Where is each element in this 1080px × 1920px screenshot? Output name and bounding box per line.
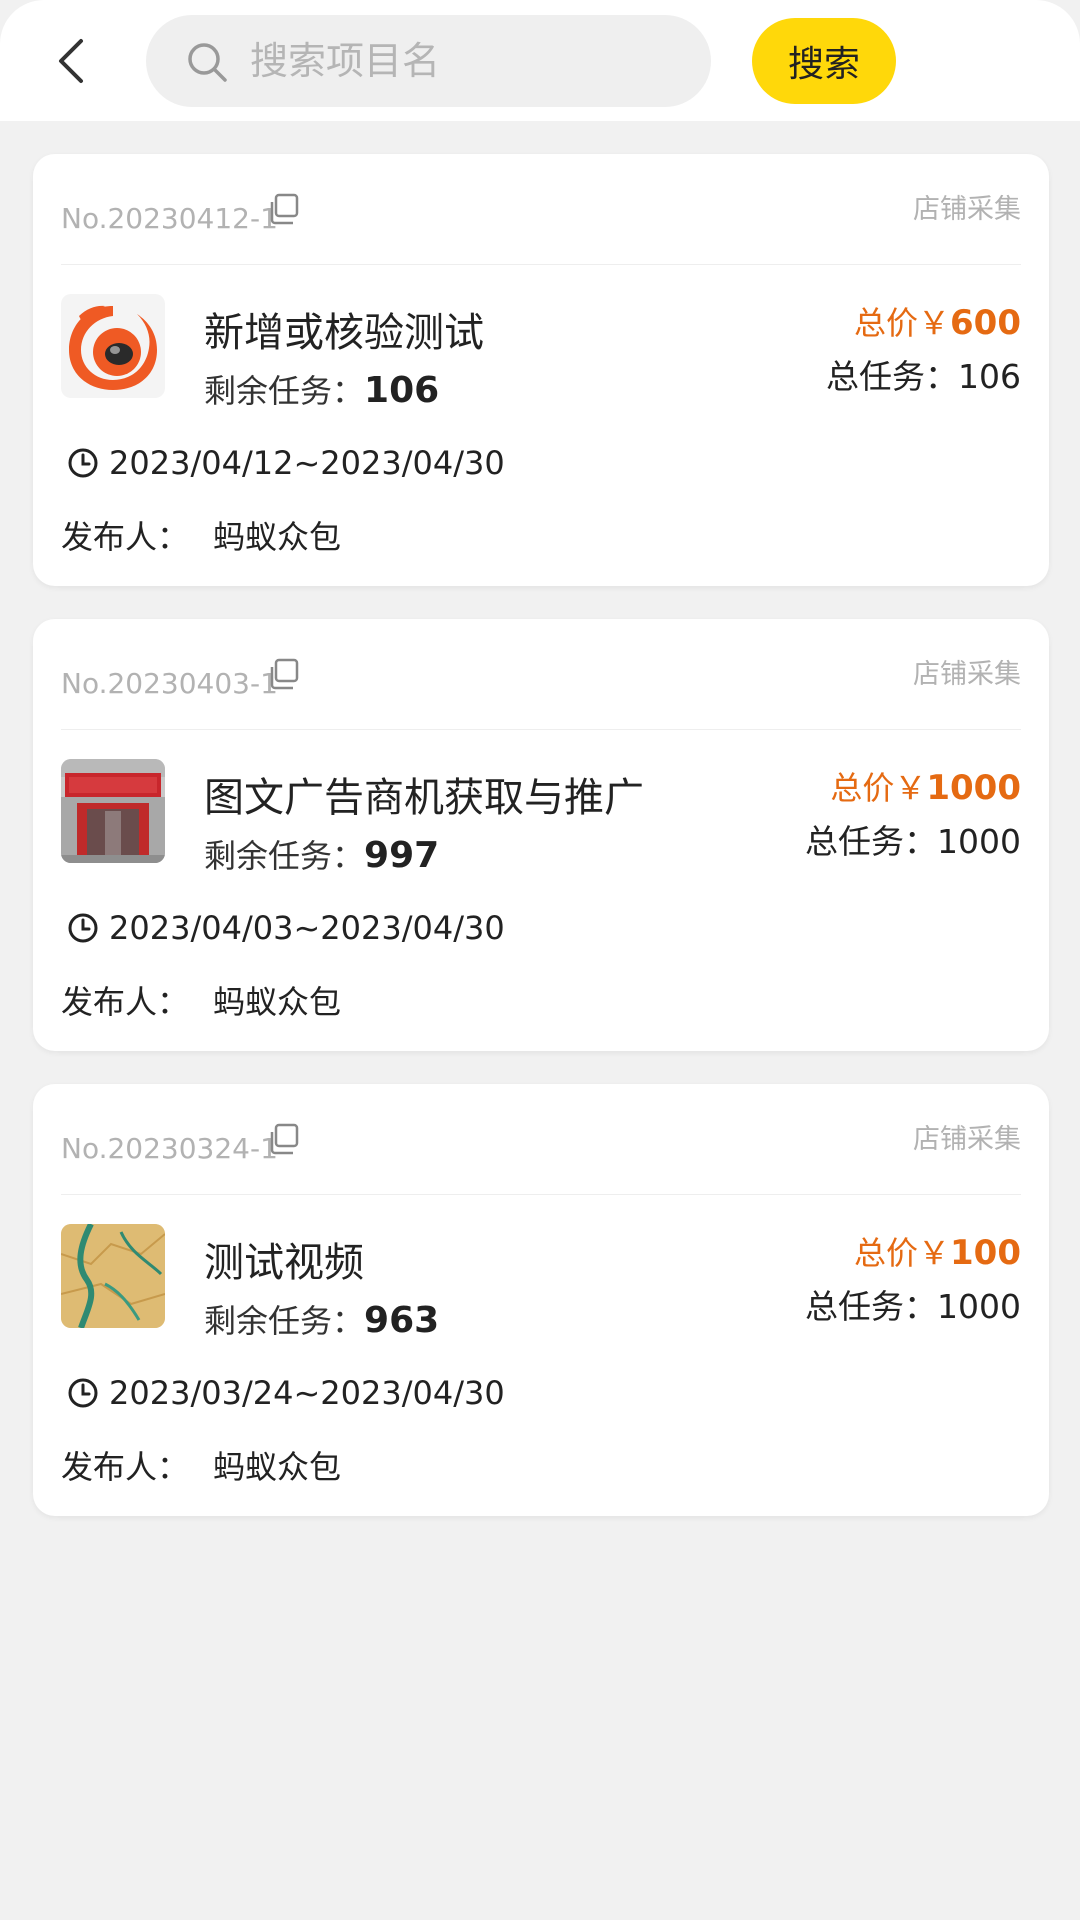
divider	[61, 1194, 1021, 1195]
price-label: 总价￥	[854, 304, 951, 342]
remaining-tasks: 剩余任务：106	[204, 366, 439, 412]
clock-icon	[68, 913, 98, 943]
project-title: 测试视频	[204, 1240, 364, 1286]
divider	[61, 729, 1021, 730]
price-block: 总价￥100 总任务：1000	[805, 1228, 1021, 1328]
total-price: 总价￥100	[805, 1228, 1021, 1274]
publisher-label: 发布人：	[61, 1448, 190, 1486]
orange-logo	[61, 294, 165, 398]
publisher-label: 发布人：	[61, 983, 190, 1021]
date-range: 2023/04/12~2023/04/30	[67, 444, 505, 482]
top-bar: 搜索	[0, 0, 1080, 121]
remaining-count: 106	[364, 370, 440, 411]
map-image	[61, 1224, 165, 1328]
source-tag: 店铺采集	[913, 1124, 1021, 1155]
total-count: 1000	[937, 1287, 1021, 1326]
project-card[interactable]: No.20230324-1 店铺采集 测试视频 剩余任务：963 总价￥100 …	[33, 1084, 1049, 1516]
remaining-tasks: 剩余任务：963	[204, 1296, 439, 1342]
copy-icon[interactable]	[266, 657, 300, 691]
back-button[interactable]	[44, 30, 96, 92]
remaining-count: 963	[364, 1300, 440, 1341]
price-amount: 600	[950, 303, 1021, 343]
project-number: No.20230324-1	[61, 1132, 278, 1165]
divider	[61, 264, 1021, 265]
project-number: No.20230412-1	[61, 202, 278, 235]
publisher: 发布人： 蚂蚁众包	[61, 977, 341, 1023]
total-label: 总任务：	[805, 822, 938, 861]
page: 搜索 No.20230412-1 店铺采集	[0, 0, 1080, 1920]
price-block: 总价￥1000 总任务：1000	[805, 763, 1021, 863]
total-price: 总价￥1000	[805, 763, 1021, 809]
project-title: 图文广告商机获取与推广	[204, 775, 644, 821]
search-box[interactable]	[146, 15, 711, 107]
back-arrow-icon	[59, 39, 83, 83]
publisher-name: 蚂蚁众包	[213, 983, 342, 1021]
publisher: 发布人： 蚂蚁众包	[61, 512, 341, 558]
total-label: 总任务：	[826, 357, 958, 396]
remaining-label: 剩余任务：	[204, 1302, 365, 1340]
project-thumbnail	[61, 759, 165, 863]
total-tasks: 总任务：1000	[805, 1280, 1021, 1328]
project-card[interactable]: No.20230403-1 店铺采集 图文广告商机获取与推广 剩余任务：997 …	[33, 619, 1049, 1051]
total-count: 1000	[937, 822, 1021, 861]
date-text: 2023/03/24~2023/04/30	[109, 1374, 505, 1412]
clock-icon	[68, 448, 98, 478]
date-text: 2023/04/03~2023/04/30	[109, 909, 505, 947]
remaining-tasks: 剩余任务：997	[204, 831, 439, 877]
copy-icon[interactable]	[266, 1122, 300, 1156]
price-label: 总价￥	[830, 769, 927, 807]
search-icon	[188, 43, 227, 82]
project-title: 新增或核验测试	[204, 310, 484, 356]
price-amount: 100	[950, 1233, 1021, 1273]
total-label: 总任务：	[805, 1287, 938, 1326]
date-range: 2023/03/24~2023/04/30	[67, 1374, 505, 1412]
source-tag: 店铺采集	[913, 194, 1021, 225]
clock-icon	[68, 1378, 98, 1408]
remaining-label: 剩余任务：	[204, 837, 365, 875]
price-block: 总价￥600 总任务：106	[826, 298, 1021, 398]
total-tasks: 总任务：1000	[805, 815, 1021, 863]
price-label: 总价￥	[854, 1234, 951, 1272]
copy-icon[interactable]	[266, 192, 300, 226]
price-amount: 1000	[926, 768, 1021, 808]
remaining-count: 997	[364, 835, 440, 876]
search-input[interactable]	[250, 15, 690, 107]
total-tasks: 总任务：106	[826, 350, 1021, 398]
total-price: 总价￥600	[826, 298, 1021, 344]
project-thumbnail	[61, 1224, 165, 1328]
remaining-label: 剩余任务：	[204, 372, 365, 410]
publisher-name: 蚂蚁众包	[213, 518, 342, 556]
source-tag: 店铺采集	[913, 659, 1021, 690]
project-card[interactable]: No.20230412-1 店铺采集 新增或核验测试 剩余任务：106 总价￥6…	[33, 154, 1049, 586]
search-button[interactable]: 搜索	[752, 18, 896, 104]
storefront-photo	[61, 759, 165, 863]
publisher: 发布人： 蚂蚁众包	[61, 1442, 341, 1488]
publisher-label: 发布人：	[61, 518, 190, 556]
project-list: No.20230412-1 店铺采集 新增或核验测试 剩余任务：106 总价￥6…	[33, 154, 1049, 1549]
date-range: 2023/04/03~2023/04/30	[67, 909, 505, 947]
project-number: No.20230403-1	[61, 667, 278, 700]
total-count: 106	[958, 357, 1021, 396]
date-text: 2023/04/12~2023/04/30	[109, 444, 505, 482]
project-thumbnail	[61, 294, 165, 398]
publisher-name: 蚂蚁众包	[213, 1448, 342, 1486]
